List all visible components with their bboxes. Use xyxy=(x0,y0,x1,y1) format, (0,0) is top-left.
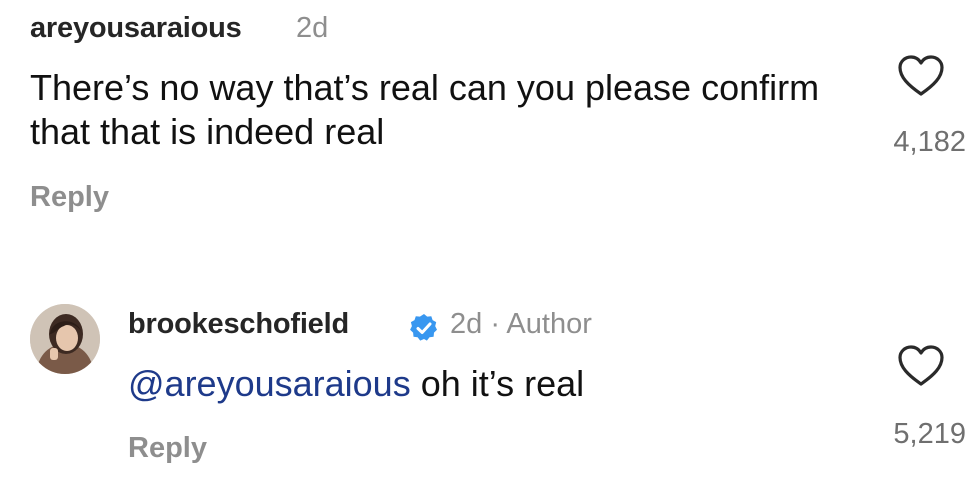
comment-body: oh it’s real xyxy=(410,363,585,404)
mention-link[interactable]: @areyousaraious xyxy=(128,363,411,404)
profile-photo-icon xyxy=(30,304,100,374)
comment-username[interactable]: brookeschofield xyxy=(128,308,349,341)
reply-button[interactable]: Reply xyxy=(128,432,207,465)
comment-timestamp: 2d xyxy=(296,12,329,44)
heart-icon xyxy=(898,345,944,386)
like-button[interactable] xyxy=(897,54,945,98)
like-count: 4,182 xyxy=(893,126,966,158)
heart-icon xyxy=(898,55,944,96)
comment-text: There’s no way that’s real can you pleas… xyxy=(30,67,820,152)
reply-button[interactable]: Reply xyxy=(30,181,109,214)
avatar[interactable] xyxy=(30,304,100,374)
comment-username[interactable]: areyousaraious xyxy=(30,12,242,45)
like-count: 5,219 xyxy=(893,418,966,450)
comment-text: @areyousaraious oh it’s real xyxy=(128,362,584,406)
comment-meta: 2d · Author xyxy=(450,308,592,340)
verified-badge-icon xyxy=(408,312,440,344)
comment-thread: areyousaraious 2d There’s no way that’s … xyxy=(0,0,980,480)
like-button[interactable] xyxy=(897,344,945,388)
